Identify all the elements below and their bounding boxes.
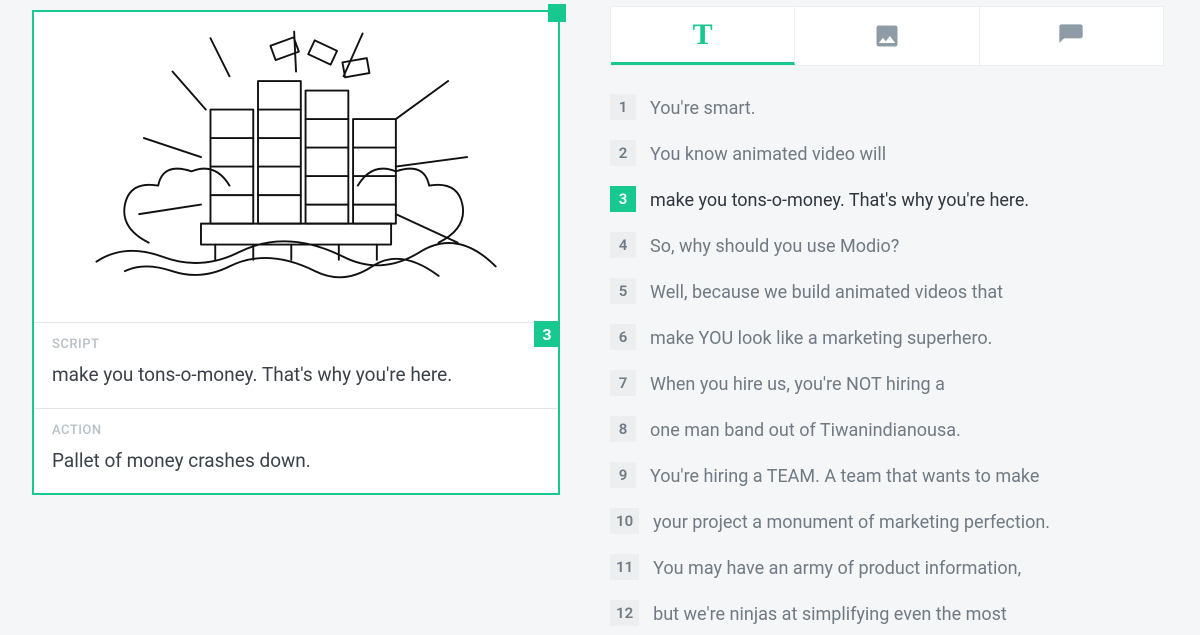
image-icon [873, 22, 901, 50]
line-number-badge: 5 [610, 278, 636, 304]
line-text: your project a monument of marketing per… [653, 508, 1050, 536]
line-number-badge: 9 [610, 462, 636, 488]
line-number-badge: 4 [610, 232, 636, 258]
tab-image[interactable] [795, 7, 979, 65]
comment-icon [1057, 22, 1085, 50]
line-text: but we're ninjas at simplifying even the… [653, 600, 1007, 628]
script-line-row[interactable]: 7 When you hire us, you're NOT hiring a [610, 370, 1170, 398]
script-line-list: 1 You're smart. 2 You know animated video w… [610, 94, 1170, 628]
line-number-badge: 3 [610, 186, 636, 212]
script-line-row[interactable]: 4 So, why should you use Modio? [610, 232, 1170, 260]
line-text: When you hire us, you're NOT hiring a [650, 370, 945, 398]
script-line-row[interactable]: 8 one man band out of Tiwanindianousa. [610, 416, 1170, 444]
line-number-badge: 1 [610, 94, 636, 120]
frame-number-badge: 3 [534, 321, 560, 347]
script-line-row[interactable]: 6 make YOU look like a marketing superher… [610, 324, 1170, 352]
panel-tabs: T [610, 6, 1164, 66]
line-text: You're hiring a TEAM. A team that wants … [650, 462, 1039, 490]
line-text: Well, because we build animated videos t… [650, 278, 1003, 306]
line-number-badge: 10 [610, 508, 639, 534]
script-label: SCRIPT [52, 337, 540, 352]
line-text: one man band out of Tiwanindianousa. [650, 416, 961, 444]
line-text: make YOU look like a marketing superhero… [650, 324, 992, 352]
line-text: You're smart. [650, 94, 756, 122]
tab-comments[interactable] [980, 7, 1163, 65]
script-line-row[interactable]: 11 You may have an army of product inform… [610, 554, 1170, 582]
script-line-row[interactable]: 12 but we're ninjas at simplifying even t… [610, 600, 1170, 628]
action-label: ACTION [52, 423, 540, 438]
line-text: make you tons-o-money. That's why you're… [650, 186, 1029, 214]
action-body: Pallet of money crashes down. [52, 448, 540, 474]
line-number-badge: 6 [610, 324, 636, 350]
line-number-badge: 7 [610, 370, 636, 396]
script-line-row[interactable]: 5 Well, because we build animated videos … [610, 278, 1170, 306]
card-resize-handle[interactable] [548, 4, 566, 22]
script-line-row[interactable]: 1 You're smart. [610, 94, 1170, 122]
storyboard-thumbnail [34, 12, 558, 322]
action-section[interactable]: ACTION Pallet of money crashes down. [34, 408, 558, 494]
script-line-row[interactable]: 2 You know animated video will [610, 140, 1170, 168]
line-number-badge: 2 [610, 140, 636, 166]
script-line-row[interactable]: 10 your project a monument of marketing p… [610, 508, 1170, 536]
line-text: So, why should you use Modio? [650, 232, 899, 260]
tab-text[interactable]: T [611, 7, 795, 65]
script-body: make you tons-o-money. That's why you're… [52, 362, 540, 388]
text-icon: T [693, 18, 713, 52]
line-number-badge: 12 [610, 600, 639, 626]
script-line-row[interactable]: 9 You're hiring a TEAM. A team that wants… [610, 462, 1170, 490]
line-number-badge: 8 [610, 416, 636, 442]
script-section[interactable]: 3 SCRIPT make you tons-o-money. That's w… [34, 322, 558, 408]
storyboard-card[interactable]: 3 SCRIPT make you tons-o-money. That's w… [32, 10, 560, 495]
script-line-row[interactable]: 3 make you tons-o-money. That's why you'r… [610, 186, 1170, 214]
line-text: You may have an army of product informat… [653, 554, 1021, 582]
line-text: You know animated video will [650, 140, 886, 168]
line-number-badge: 11 [610, 554, 639, 580]
